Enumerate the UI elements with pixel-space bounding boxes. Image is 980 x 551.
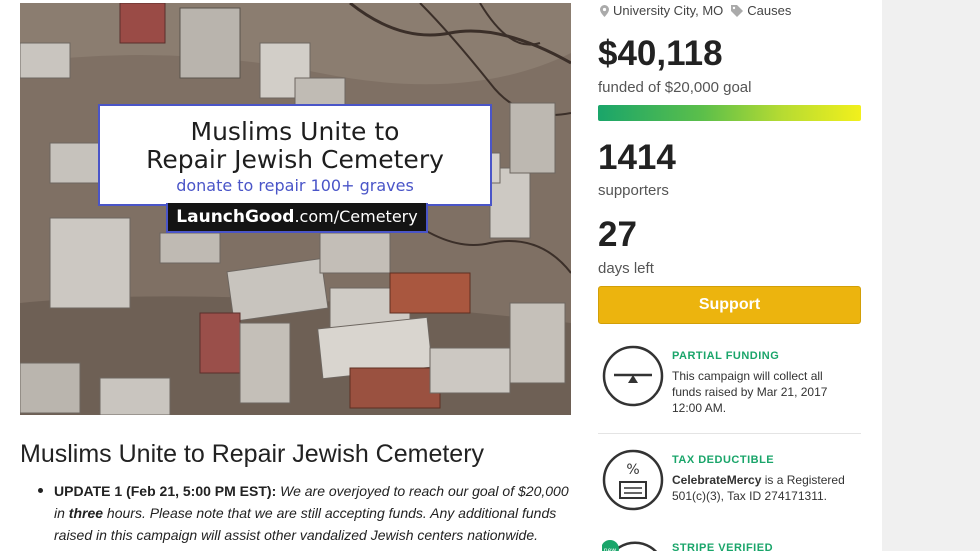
update-label: UPDATE 1 (Feb 21, 5:00 PM EST): xyxy=(54,483,277,499)
stripe-shield-icon: new xyxy=(602,540,657,551)
page-gutter xyxy=(882,0,980,551)
tax-deductible-body: CelebrateMercy is a Registered 501(c)(3)… xyxy=(672,472,852,504)
bullet-icon xyxy=(38,488,43,493)
category-link[interactable]: Causes xyxy=(747,3,791,18)
tag-brand: LaunchGood xyxy=(176,207,295,227)
partial-funding-title: PARTIAL FUNDING xyxy=(672,350,780,362)
campaign-title: Muslims Unite to Repair Jewish Cemetery xyxy=(20,440,485,468)
support-button[interactable]: Support xyxy=(598,286,861,324)
stripe-verified-title: STRIPE VERIFIED xyxy=(672,542,774,551)
partial-funding-body: This campaign will collect all funds rai… xyxy=(672,369,828,415)
supporters-count: 1414 xyxy=(598,138,676,177)
tax-receipt-icon: % xyxy=(602,449,664,511)
hero-banner: Muslims Unite to Repair Jewish Cemetery … xyxy=(98,104,492,206)
goal-text: funded of $20,000 goal xyxy=(598,79,752,96)
tax-deductible-title: TAX DEDUCTIBLE xyxy=(672,454,775,466)
tax-deductible-feature: % TAX DEDUCTIBLE CelebrateMercy is a Reg… xyxy=(598,449,861,519)
campaign-hero-image: Muslims Unite to Repair Jewish Cemetery … xyxy=(20,3,571,415)
location-pin-icon xyxy=(600,4,609,17)
update-bold: three xyxy=(68,505,104,521)
stripe-verified-feature: new STRIPE VERIFIED xyxy=(598,537,861,551)
svg-text:%: % xyxy=(626,462,639,478)
balance-scale-icon xyxy=(602,345,664,407)
location-link[interactable]: University City, MO xyxy=(613,3,723,18)
update-text: UPDATE 1 (Feb 21, 5:00 PM EST): We are o… xyxy=(38,480,578,546)
campaign-meta: University City, MO Causes xyxy=(600,3,791,18)
tag-path: .com/Cemetery xyxy=(294,207,418,226)
update-text-b: hours. Please note that we are still acc… xyxy=(54,505,557,543)
supporters-label: supporters xyxy=(598,182,669,199)
days-left-count: 27 xyxy=(598,215,637,254)
campaign-update: UPDATE 1 (Feb 21, 5:00 PM EST): We are o… xyxy=(38,480,578,546)
funding-progress-bar xyxy=(598,105,861,121)
banner-line-1: Muslims Unite to xyxy=(190,117,400,146)
launchgood-url-tag: LaunchGood.com/Cemetery xyxy=(166,203,428,233)
partial-funding-feature: PARTIAL FUNDING This campaign will colle… xyxy=(598,345,861,425)
amount-raised: $40,118 xyxy=(598,34,723,73)
new-badge: new xyxy=(604,547,616,551)
organization-name[interactable]: CelebrateMercy xyxy=(672,473,761,487)
divider xyxy=(598,433,861,434)
banner-line-2: Repair Jewish Cemetery xyxy=(146,145,444,174)
banner-line-3: donate to repair 100+ graves xyxy=(176,176,414,195)
category-tag-icon xyxy=(731,4,744,17)
days-left-label: days left xyxy=(598,260,654,277)
